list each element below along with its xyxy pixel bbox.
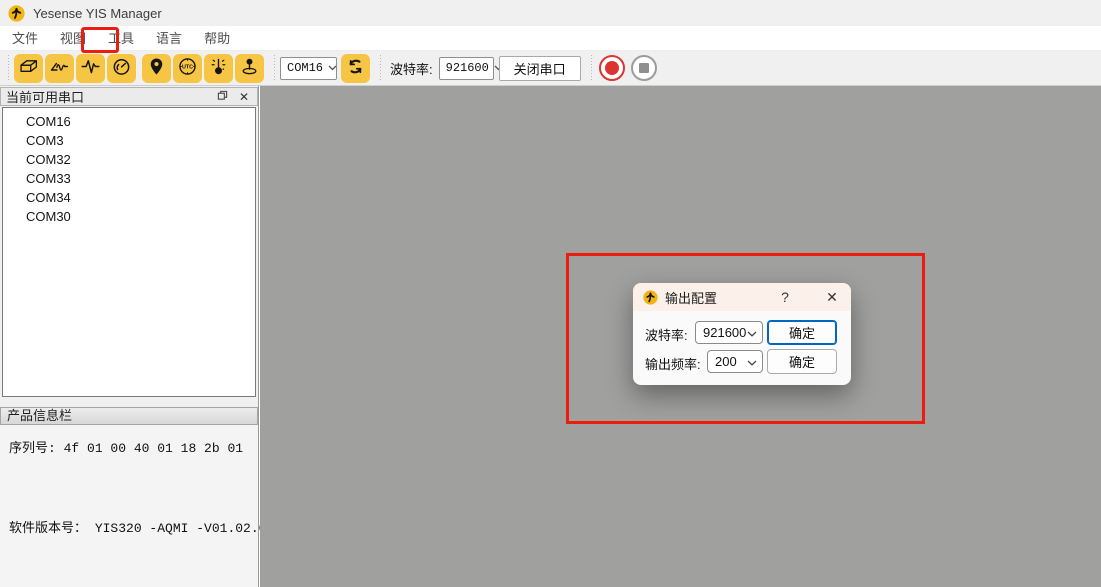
software-version-line: 软件版本号： YIS320 -AQMI -V01.02.03; xyxy=(9,517,282,536)
gauge-button[interactable] xyxy=(107,54,136,83)
toolbar-drag-handle[interactable] xyxy=(272,55,277,81)
dock-float-button[interactable] xyxy=(214,89,230,105)
refresh-sync-icon xyxy=(345,56,366,80)
dialog-freq-ok-button[interactable]: 确定 xyxy=(767,349,837,374)
baud-rate-value: 921600 xyxy=(446,61,489,75)
dialog-baud-select[interactable]: 921600 xyxy=(695,321,763,344)
software-version-label: 软件版本号： xyxy=(9,521,87,536)
baud-rate-select[interactable]: 921600 xyxy=(439,57,494,80)
output-config-dialog: 输出配置 ? ✕ 波特率: 921600 确定 输出频率: 200 确定 xyxy=(633,283,851,385)
dialog-freq-label: 输出频率: xyxy=(645,354,701,373)
left-sidebar: 当前可用串口 ✕ COM16 COM3 COM32 COM33 COM34 CO… xyxy=(0,86,259,587)
vibration-button[interactable] xyxy=(204,54,233,83)
app-logo-icon xyxy=(643,290,658,305)
3d-view-button[interactable] xyxy=(14,54,43,83)
attitude-pin-icon xyxy=(239,56,260,80)
vibration-thermometer-icon xyxy=(208,56,229,80)
dialog-freq-value: 200 xyxy=(715,354,737,369)
dialog-freq-select[interactable]: 200 xyxy=(707,350,763,373)
software-version-value: YIS320 -AQMI -V01.02.03; xyxy=(95,521,282,536)
port-list-item[interactable]: COM3 xyxy=(3,131,255,150)
location-pin-icon xyxy=(146,56,167,80)
dialog-help-button[interactable]: ? xyxy=(776,288,794,306)
angle-waveform-icon xyxy=(49,56,70,80)
toolbar-drag-handle[interactable] xyxy=(378,55,383,81)
attitude-button[interactable] xyxy=(235,54,264,83)
available-ports-list: COM16 COM3 COM32 COM33 COM34 COM30 xyxy=(2,107,256,397)
dialog-baud-ok-button[interactable]: 确定 xyxy=(767,320,837,345)
dialog-close-button[interactable]: ✕ xyxy=(823,288,841,306)
available-ports-title: 当前可用串口 xyxy=(6,87,208,106)
port-list-item[interactable]: COM34 xyxy=(3,188,255,207)
chevron-down-icon xyxy=(328,61,337,75)
svg-text:UTC: UTC xyxy=(182,65,193,71)
toolbar: UTC COM16 波特率: 921600 关闭串口 xyxy=(0,51,1101,86)
port-select[interactable]: COM16 xyxy=(280,57,337,80)
port-list-item[interactable]: COM32 xyxy=(3,150,255,169)
refresh-ports-button[interactable] xyxy=(341,54,370,83)
menu-view[interactable]: 视图 xyxy=(49,26,97,51)
dialog-titlebar[interactable]: 输出配置 ? ✕ xyxy=(633,283,851,311)
toolbar-drag-handle[interactable] xyxy=(589,55,594,81)
record-button[interactable] xyxy=(599,55,625,81)
stop-button[interactable] xyxy=(631,55,657,81)
dialog-baud-value: 921600 xyxy=(703,325,746,340)
menu-language[interactable]: 语言 xyxy=(145,26,193,51)
chevron-down-icon xyxy=(747,354,757,369)
location-button[interactable] xyxy=(142,54,171,83)
port-list-item[interactable]: COM33 xyxy=(3,169,255,188)
gauge-icon xyxy=(111,56,132,80)
3d-cube-icon xyxy=(18,56,39,80)
port-select-value: COM16 xyxy=(287,61,323,75)
dock-close-button[interactable]: ✕ xyxy=(236,89,252,105)
port-list-item[interactable]: COM30 xyxy=(3,207,255,226)
float-window-icon xyxy=(217,90,228,104)
utc-clock-icon: UTC xyxy=(177,56,198,80)
product-info-header: 产品信息栏 xyxy=(0,407,258,425)
utc-clock-button[interactable]: UTC xyxy=(173,54,202,83)
window-title: Yesense YIS Manager xyxy=(33,6,162,21)
menu-bar: 文件 视图 工具 语言 帮助 xyxy=(0,26,1101,51)
dialog-title: 输出配置 xyxy=(665,288,769,307)
menu-file[interactable]: 文件 xyxy=(1,26,49,51)
menu-help[interactable]: 帮助 xyxy=(193,26,241,51)
dialog-baud-label: 波特率: xyxy=(645,325,688,344)
stop-icon xyxy=(639,63,649,73)
app-logo-icon xyxy=(8,5,25,22)
angle-waveform-button[interactable] xyxy=(45,54,74,83)
serial-number-value: 4f 01 00 40 01 18 2b 01 xyxy=(64,441,243,456)
close-serial-port-button[interactable]: 关闭串口 xyxy=(499,56,581,81)
pulse-waveform-button[interactable] xyxy=(76,54,105,83)
menu-tools[interactable]: 工具 xyxy=(97,26,145,51)
chevron-down-icon xyxy=(747,325,757,340)
product-info-panel: 序列号: 4f 01 00 40 01 18 2b 01 软件版本号： YIS3… xyxy=(0,425,258,587)
close-icon: ✕ xyxy=(239,90,249,104)
pulse-waveform-icon xyxy=(80,56,101,80)
record-icon xyxy=(605,61,619,75)
window-titlebar: Yesense YIS Manager xyxy=(0,0,1101,26)
available-ports-dock-header: 当前可用串口 ✕ xyxy=(0,87,258,106)
baud-rate-label: 波特率: xyxy=(390,59,433,78)
toolbar-drag-handle[interactable] xyxy=(6,55,11,81)
port-list-item[interactable]: COM16 xyxy=(3,112,255,131)
serial-number-line: 序列号: 4f 01 00 40 01 18 2b 01 xyxy=(9,437,243,456)
serial-number-label: 序列号: xyxy=(9,441,56,456)
